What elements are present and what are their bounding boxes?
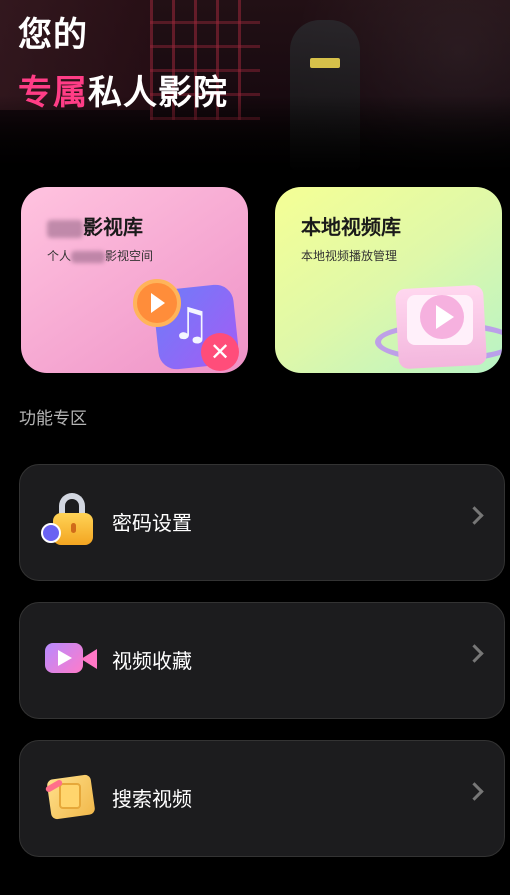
private-library-subtitle: 个人 影视空间 — [47, 249, 154, 263]
lock-icon — [41, 493, 97, 545]
chevron-right-icon — [468, 647, 482, 661]
menu-item-label: 搜索视频 — [112, 787, 192, 811]
hero-title-line2: 专属私人影院 — [18, 70, 228, 116]
close-badge-icon: ✕ — [201, 333, 239, 371]
menu-item-password[interactable]: 密码设置 — [19, 464, 505, 581]
menu-item-favorites[interactable]: 视频收藏 — [19, 602, 505, 719]
redacted-text — [47, 219, 83, 238]
menu-item-search[interactable]: 搜索视频 — [19, 740, 505, 857]
search-book-icon — [44, 769, 97, 821]
chevron-right-icon — [468, 509, 482, 523]
private-library-card[interactable]: 影视库 个人 影视空间 ♫ ✕ — [21, 187, 248, 373]
local-library-card[interactable]: 本地视频库 本地视频播放管理 — [275, 187, 502, 373]
play-icon — [133, 279, 181, 327]
hero-title-accent: 专属 — [18, 73, 88, 113]
local-library-subtitle: 本地视频播放管理 — [301, 249, 398, 263]
hero-banner: 您的 专属私人影院 — [0, 0, 510, 175]
hero-title: 您的 专属私人影院 — [18, 12, 228, 116]
hero-title-rest: 私人影院 — [88, 73, 228, 113]
hero-bg-badge — [310, 58, 340, 68]
local-library-title: 本地视频库 — [301, 215, 401, 239]
private-library-title: 影视库 — [47, 211, 143, 240]
chevron-right-icon — [468, 785, 482, 799]
play-icon — [420, 295, 464, 339]
video-camera-icon — [45, 631, 97, 683]
menu-item-label: 密码设置 — [112, 511, 192, 535]
menu-item-label: 视频收藏 — [112, 649, 192, 673]
hero-title-line1: 您的 — [18, 15, 88, 55]
redacted-text — [71, 250, 106, 263]
section-title: 功能专区 — [19, 409, 87, 429]
